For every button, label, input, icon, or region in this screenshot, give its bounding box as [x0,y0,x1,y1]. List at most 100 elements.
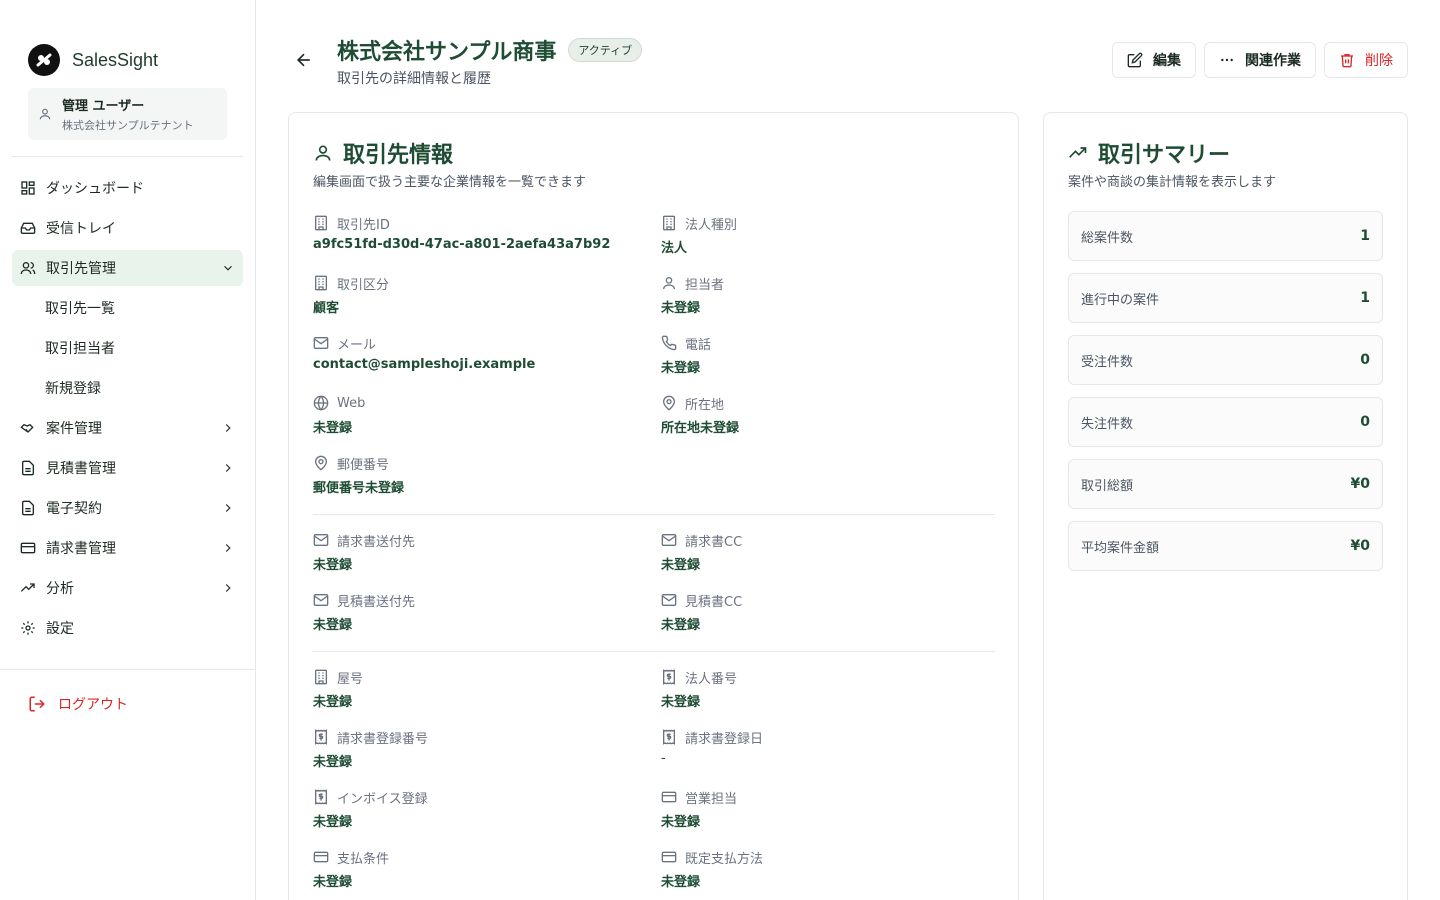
field-value: 未登録 [661,558,701,573]
field-value: 未登録 [661,815,701,830]
field-value: 未登録 [661,695,701,710]
sidebar-item-contracts[interactable]: 電子契約 [12,490,243,526]
summary-row-total-amount: 取引総額 ¥0 [1068,459,1383,509]
brand[interactable]: SalesSight [28,44,158,76]
user-icon [313,143,333,163]
user-card[interactable]: 管理 ユーザー 株式会社サンプルテナント [28,88,227,140]
sidebar-subitem-client-list[interactable]: 取引先一覧 [12,290,243,326]
sidebar-item-deals[interactable]: 案件管理 [12,410,243,446]
delete-button[interactable]: 削除 [1324,42,1408,78]
sidebar-item-label: 取引先管理 [46,261,116,277]
sidebar-item-settings[interactable]: 設定 [12,610,243,646]
credit-card-icon [313,849,329,865]
deal-summary-title-text: 取引サマリー [1098,143,1231,168]
sidebar-item-label: 案件管理 [46,421,102,437]
related-actions-button[interactable]: 関連作業 [1204,42,1316,78]
dashboard-icon [20,180,36,196]
field-corporate-type: 法人種別 法人 [661,213,981,256]
field-value: 所在地未登録 [661,421,740,436]
summary-label: 取引総額 [1081,478,1134,494]
globe-icon [313,395,329,411]
chevron-right-icon [221,461,235,475]
map-pin-icon [661,395,677,411]
receipt-icon [313,729,329,745]
sidebar-item-quotes[interactable]: 見積書管理 [12,450,243,486]
user-name: 管理 ユーザー [62,99,145,114]
edit-button-label: 編集 [1153,53,1181,69]
client-info-description: 編集画面で扱う主要な企業情報を一覧できます [313,175,587,190]
field-value: 未登録 [313,755,353,770]
summary-value: 0 [1360,414,1370,430]
client-info-card: 取引先情報 編集画面で扱う主要な企業情報を一覧できます 取引先ID a9fc51… [288,112,1019,900]
field-invoice-registration: インボイス登録 未登録 [313,787,633,830]
field-label: 担当者 [685,277,725,293]
logout-button[interactable]: ログアウト [28,694,128,714]
delete-button-label: 削除 [1365,53,1393,69]
logout-icon [28,695,46,713]
back-button[interactable] [294,50,314,70]
related-actions-label: 関連作業 [1245,53,1301,69]
phone-icon [661,335,677,351]
chevron-down-icon [221,261,235,275]
more-horizontal-icon [1219,52,1235,68]
field-label: Web [337,395,366,411]
field-address: 所在地 所在地未登録 [661,393,981,436]
field-value: 未登録 [661,361,701,376]
sidebar-item-analytics[interactable]: 分析 [12,570,243,606]
status-badge: アクティブ [568,38,643,62]
sidebar-item-label: 見積書管理 [46,461,116,477]
edit-button[interactable]: 編集 [1112,42,1196,78]
document-icon [20,460,36,476]
sidebar-item-label: 設定 [46,621,74,637]
mail-icon [313,335,329,351]
field-label: インボイス登録 [337,791,428,807]
logout-label: ログアウト [58,697,128,713]
field-person-in-charge: 担当者 未登録 [661,273,981,316]
client-info-title-text: 取引先情報 [343,143,454,168]
field-value: 未登録 [313,558,353,573]
sidebar-nav: ダッシュボード 受信トレイ 取引先管理 取引先一覧 取引担当者 新規登録 案件管… [12,170,243,650]
field-email: メール contact@sampleshoji.example [313,333,633,372]
field-invoice-recipient: 請求書送付先 未登録 [313,530,633,573]
arrow-left-icon [294,50,314,70]
field-payment-terms: 支払条件 未登録 [313,847,633,891]
field-label: 請求書登録日 [685,731,764,747]
field-invoice-registration-number: 請求書登録番号 未登録 [313,727,633,770]
sidebar-item-dashboard[interactable]: ダッシュボード [12,170,243,206]
deal-summary-title: 取引サマリー [1068,137,1230,169]
sidebar-item-inbox[interactable]: 受信トレイ [12,210,243,246]
summary-value: 1 [1360,290,1370,306]
sidebar-item-invoices[interactable]: 請求書管理 [12,530,243,566]
chevron-right-icon [221,501,235,515]
brand-name: SalesSight [72,49,159,70]
field-phone: 電話 未登録 [661,333,981,376]
field-quote-cc: 見積書CC 未登録 [661,590,981,633]
mail-icon [661,592,677,608]
field-label: 所在地 [685,397,725,413]
summary-value: 1 [1360,228,1370,244]
receipt-icon [661,729,677,745]
credit-card-icon [661,789,677,805]
mail-icon [313,532,329,548]
field-label: メール [337,337,377,353]
field-value: 未登録 [313,875,353,890]
field-value: 未登録 [313,695,353,710]
sidebar-subitem-client-contacts[interactable]: 取引担当者 [12,330,243,366]
map-pin-icon [313,455,329,471]
field-value: 未登録 [661,618,701,633]
inbox-icon [20,220,36,236]
sidebar-item-label: ダッシュボード [46,181,144,197]
sidebar-item-clients[interactable]: 取引先管理 [12,250,243,286]
field-web: Web 未登録 [313,393,633,437]
field-label: 営業担当 [685,791,738,807]
sidebar-subitem-new-client[interactable]: 新規登録 [12,370,243,406]
field-value: 未登録 [661,301,701,316]
gear-icon [20,620,36,636]
field-invoice-cc: 請求書CC 未登録 [661,530,981,573]
field-label: 取引先ID [337,217,390,233]
trending-up-icon [20,580,36,596]
user-tenant: 株式会社サンプルテナント [62,119,194,132]
field-label: 請求書CC [685,534,743,550]
deal-summary-card: 取引サマリー 案件や商談の集計情報を表示します 総案件数 1 進行中の案件 1 … [1043,112,1408,900]
page-title-text: 株式会社サンプル商事 [337,40,557,65]
